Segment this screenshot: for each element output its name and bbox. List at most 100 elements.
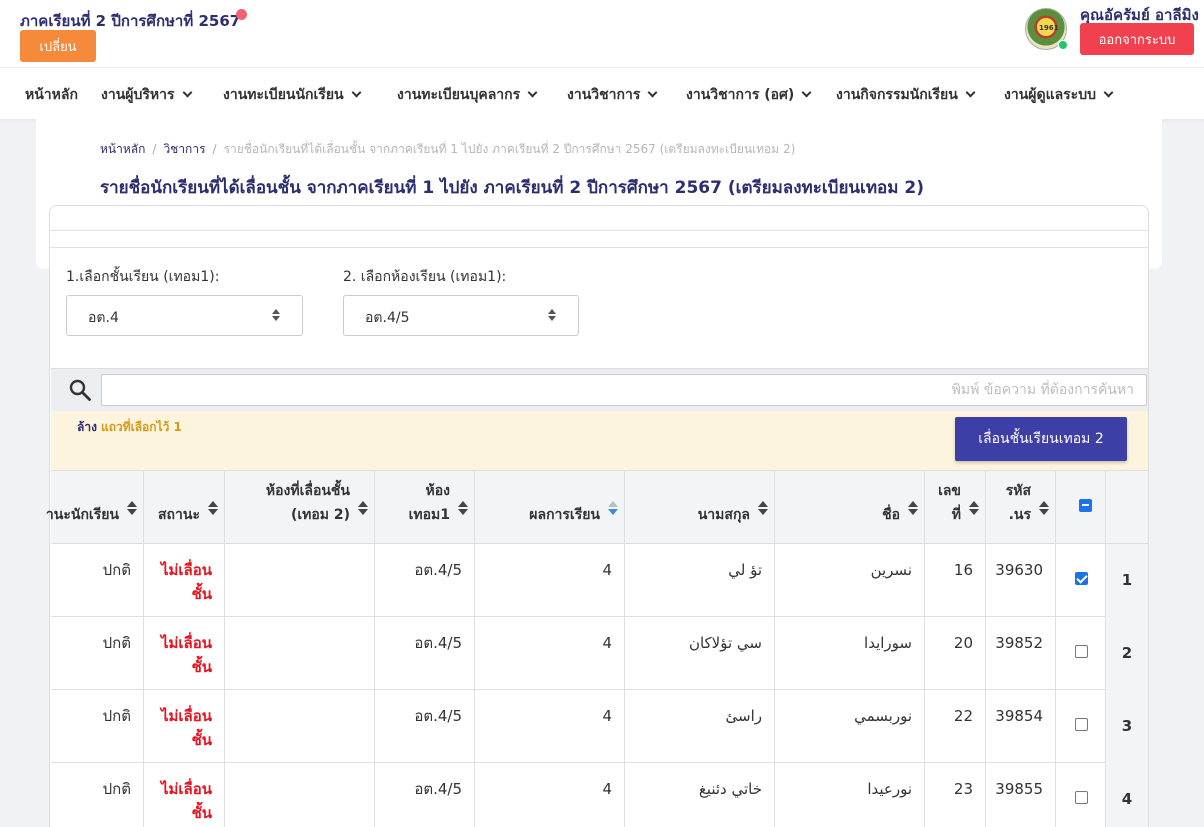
cell-select [1055,544,1105,617]
chevron-down-icon [965,87,976,98]
nav-home-label: หน้าหลัก [25,87,78,103]
lastname-text: خاتي دئنيغ [698,780,762,798]
cell-student-status: ปกติ [51,763,143,827]
col-student-id[interactable]: รหัส .นร [985,470,1055,544]
breadcrumb-section[interactable]: วิชาการ [163,142,205,156]
search-input[interactable] [101,374,1147,406]
status-text: ไม่เลื่อน ชั้น [161,704,212,752]
status-line1: ไม่เลื่อน [160,707,212,725]
clear-selection-link[interactable]: ล้าง [77,420,97,434]
cell-select [1055,763,1105,827]
col-room[interactable]: ห้องเทอม1 [374,470,474,544]
table-row[interactable]: ปกติ ไม่เลื่อน ชั้น อต.4/5 4 خاتي دئنيغ ن… [51,763,1148,827]
nav-staff-registry[interactable]: งานทะเบียนบุคลากร [397,84,538,106]
col-new-room-label: ห้องที่เลื่อนชั้น (เทอม 2) [266,479,350,527]
change-term-button[interactable]: เปลี่ยน [20,30,96,62]
class-select[interactable]: อต.4 [66,295,303,336]
cell-select [1055,690,1105,763]
sort-icon [127,501,137,515]
nav-student-registry[interactable]: งานทะเบียนนักเรียน [223,84,362,106]
chevron-down-icon [351,87,362,98]
notification-dot[interactable] [236,9,247,20]
number-text: 16 [953,561,973,579]
cell-new-room [224,617,374,690]
number-text: 22 [953,707,973,725]
cell-status: ไม่เลื่อน ชั้น [143,544,224,617]
nav-staff-registry-label: งานทะเบียนบุคลากร [397,87,521,103]
col-student-status-label: านะนักเรียน [45,507,119,523]
table-row[interactable]: ปกติ ไม่เลื่อน ชั้น อต.4/5 4 تؤ لي نسرين … [51,544,1148,617]
cell-room: อต.4/5 [374,617,474,690]
logout-button[interactable]: ออกจากระบบ [1080,23,1194,55]
cell-firstname: نوربسمي [774,690,924,763]
student-id-text: 39854 [995,707,1043,725]
cell-student-id: 39855 [985,763,1055,827]
col-result-label: ผลการเรียน [529,507,600,523]
row-checkbox[interactable] [1075,791,1088,804]
col-index [1105,470,1148,544]
col-new-room[interactable]: ห้องที่เลื่อนชั้น (เทอม 2) [224,470,374,544]
student-status-text: ปกติ [102,780,131,798]
cell-room: อต.4/5 [374,763,474,827]
col-firstname[interactable]: ชื่อ [774,470,924,544]
panel-divider [50,247,1148,248]
result-text: 4 [602,707,612,725]
result-text: 4 [602,780,612,798]
cell-room: อต.4/5 [374,544,474,617]
main-nav: หน้าหลัก งานผู้บริหาร งานทะเบียนนักเรียน… [0,67,1204,119]
status-line1: ไม่เลื่อน [160,561,212,579]
select-all-checkbox[interactable] [1079,499,1092,512]
room-select-value: อต.4/5 [365,310,410,326]
room-text: อต.4/5 [414,780,462,798]
nav-student-activities[interactable]: งานกิจกรรมนักเรียน [836,84,976,106]
chevron-down-icon [801,87,812,98]
col-status[interactable]: สถานะ [143,470,224,544]
row-checkbox[interactable] [1075,572,1088,585]
row-index: 3 [1121,717,1133,735]
col-new-room-line1: ห้องที่เลื่อนชั้น [265,483,350,499]
breadcrumb: หน้าหลัก / วิชาการ / รายชื่อนักเรียนที่ได้เล… [100,140,795,159]
cell-result: 4 [474,763,624,827]
lastname-text: تؤ لي [728,561,762,579]
firstname-text: سورايدا [864,634,912,652]
cell-lastname: تؤ لي [624,544,774,617]
nav-home[interactable]: หน้าหลัก [25,84,78,106]
sort-icon [969,501,979,515]
cell-student-status: ปกติ [51,544,143,617]
student-id-text: 39855 [995,780,1043,798]
search-icon[interactable] [68,378,92,402]
nav-academic[interactable]: งานวิชาการ [567,84,658,106]
number-text: 23 [953,780,973,798]
col-student-status[interactable]: านะนักเรียน [46,470,143,544]
sort-icon [758,501,768,515]
col-number[interactable]: เลข ที่ [924,470,985,544]
table-row[interactable]: ปกติ ไม่เลื่อน ชั้น อต.4/5 4 راسئ نوربسمي… [51,690,1148,763]
cell-lastname: راسئ [624,690,774,763]
student-status-text: ปกติ [102,707,131,725]
col-room-line2: เทอม1 [408,507,450,523]
cell-select [1055,617,1105,690]
row-checkbox[interactable] [1075,645,1088,658]
nav-admin[interactable]: งานผู้ดูแลระบบ [1004,84,1114,106]
chevron-down-icon [647,87,658,98]
chevron-down-icon [1103,87,1114,98]
col-lastname[interactable]: นามสกุล [624,470,774,544]
col-room-line1: ห้อง [425,483,450,499]
nav-academic-islamic[interactable]: งานวิชาการ (อศ) [686,84,812,106]
promote-term2-button[interactable]: เลื่อนชั้นเรียนเทอม 2 [955,417,1127,461]
table-row[interactable]: ปกติ ไม่เลื่อน ชั้น อต.4/5 4 سي تؤلاكان س… [51,617,1148,690]
room-select[interactable]: อต.4/5 [343,295,579,336]
cell-number: 22 [924,690,985,763]
status-text: ไม่เลื่อน ชั้น [161,558,212,606]
col-number-label: เลข ที่ [938,479,961,527]
student-id-text: 39630 [995,561,1043,579]
nav-executive[interactable]: งานผู้บริหาร [101,84,192,106]
breadcrumb-home[interactable]: หน้าหลัก [100,142,145,156]
room-text: อต.4/5 [414,707,462,725]
row-checkbox[interactable] [1075,718,1088,731]
row-index: 2 [1121,644,1133,662]
nav-admin-label: งานผู้ดูแลระบบ [1004,87,1096,103]
col-number-line1: เลข [938,483,961,499]
col-result[interactable]: ผลการเรียน [474,470,624,544]
lastname-text: راسئ [725,707,762,725]
